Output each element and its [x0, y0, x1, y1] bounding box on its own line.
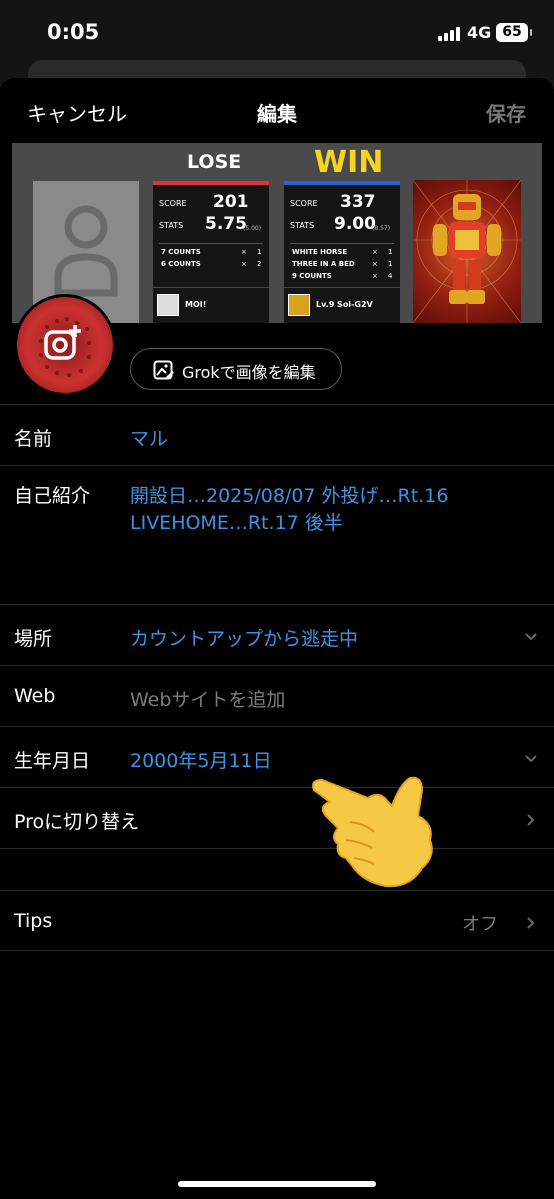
page-title: 編集	[257, 102, 297, 126]
divider	[290, 243, 394, 244]
birthday-row[interactable]: 生年月日 2000年5月11日	[0, 726, 554, 787]
robot-character-image	[412, 179, 522, 323]
web-label: Web	[14, 685, 56, 707]
stats-sub: (8.57)	[372, 225, 391, 232]
award-count: 2	[257, 260, 262, 268]
header-banner[interactable]: LOSE WIN SCORE 201 STATS 5.75 (5.00) 7 C…	[12, 143, 542, 323]
bio-row[interactable]: 自己紹介 開設日…2025/08/07 外投げ…Rt.16 LIVEHOME…R…	[0, 465, 554, 604]
chevron-down-icon[interactable]	[524, 751, 538, 765]
tips-value: オフ	[462, 914, 498, 935]
bio-line-2[interactable]: LIVEHOME…Rt.17 後半	[130, 508, 343, 535]
stats-label: STATS	[290, 221, 315, 230]
tips-row[interactable]: Tips オフ	[0, 890, 554, 951]
status-time: 0:05	[47, 20, 100, 44]
award-count: 4	[388, 272, 393, 280]
award-name: WHITE HORSE	[292, 248, 348, 256]
robot-player-icon	[288, 294, 310, 316]
image-edit-icon	[153, 360, 175, 380]
player-icon	[157, 294, 179, 316]
player-name: MOI!	[185, 300, 207, 309]
location-label: 場所	[14, 628, 53, 650]
cellular-signal-icon	[438, 26, 462, 41]
home-indicator	[178, 1181, 376, 1187]
player-footer: Lv.9 Sol-G2V	[284, 287, 400, 323]
lose-panel: SCORE 201 STATS 5.75 (5.00) 7 COUNTS × 1…	[153, 181, 269, 323]
website-input[interactable]: Webサイトを追加	[130, 685, 285, 712]
award-times: ×	[372, 272, 378, 280]
award-count: 1	[388, 260, 393, 268]
award-times: ×	[241, 260, 247, 268]
network-type: 4G	[467, 23, 492, 42]
score-value: 201	[213, 192, 249, 212]
award-times: ×	[372, 260, 378, 268]
status-bar: 0:05 4G 65	[0, 0, 554, 66]
award-count: 1	[257, 248, 262, 256]
score-label: SCORE	[290, 199, 318, 208]
banner-lose-label: LOSE	[187, 151, 242, 173]
pro-switch-row[interactable]: Proに切り替え	[0, 787, 554, 848]
bio-line-1[interactable]: 開設日…2025/08/07 外投げ…Rt.16	[130, 481, 448, 508]
spacer-row	[0, 848, 554, 890]
chevron-right-icon	[524, 915, 538, 929]
award-name: THREE IN A BED	[292, 260, 355, 268]
birthday-label: 生年月日	[14, 750, 91, 772]
score-value: 337	[340, 192, 376, 212]
battery-icon: 65	[496, 23, 532, 42]
nav-bar: キャンセル 編集 保存	[0, 78, 554, 142]
award-times: ×	[241, 248, 247, 256]
stats-sub: (5.00)	[243, 225, 262, 232]
location-value[interactable]: カウントアップから逃走中	[130, 624, 358, 651]
chevron-down-icon[interactable]	[524, 629, 538, 643]
tips-label: Tips	[14, 910, 53, 932]
save-button[interactable]: 保存	[486, 98, 526, 127]
add-photo-icon[interactable]	[44, 324, 82, 362]
award-count: 1	[388, 248, 393, 256]
player-footer: MOI!	[153, 287, 269, 323]
award-name: 6 COUNTS	[161, 260, 201, 268]
location-row[interactable]: 場所 カウントアップから逃走中	[0, 604, 554, 665]
bio-label: 自己紹介	[14, 485, 91, 507]
stats-value: 9.00	[334, 214, 376, 234]
pro-switch-label: Proに切り替え	[14, 811, 140, 833]
divider	[159, 243, 263, 244]
web-row[interactable]: Web Webサイトを追加	[0, 665, 554, 726]
stats-value: 5.75	[205, 214, 247, 234]
name-row[interactable]: 名前 マル	[0, 404, 554, 465]
pointing-hand-icon	[310, 776, 436, 892]
grok-edit-image-button[interactable]: Grokで画像を編集	[130, 348, 342, 390]
birthday-value[interactable]: 2000年5月11日	[130, 746, 272, 773]
edit-profile-sheet: キャンセル 編集 保存 LOSE WIN SCORE 201 STATS 5.7…	[0, 78, 554, 1199]
banner-win-label: WIN	[314, 145, 384, 180]
player-name: Lv.9 Sol-G2V	[316, 300, 373, 309]
name-label: 名前	[14, 428, 53, 450]
win-panel: SCORE 337 STATS 9.00 (8.57) WHITE HORSE …	[284, 181, 400, 323]
chevron-right-icon	[524, 812, 538, 826]
score-label: SCORE	[159, 199, 187, 208]
award-times: ×	[372, 248, 378, 256]
award-name: 9 COUNTS	[292, 272, 332, 280]
name-input[interactable]: マル	[130, 424, 168, 451]
award-name: 7 COUNTS	[161, 248, 201, 256]
stats-label: STATS	[159, 221, 184, 230]
grok-edit-label: Grokで画像を編集	[182, 363, 316, 382]
